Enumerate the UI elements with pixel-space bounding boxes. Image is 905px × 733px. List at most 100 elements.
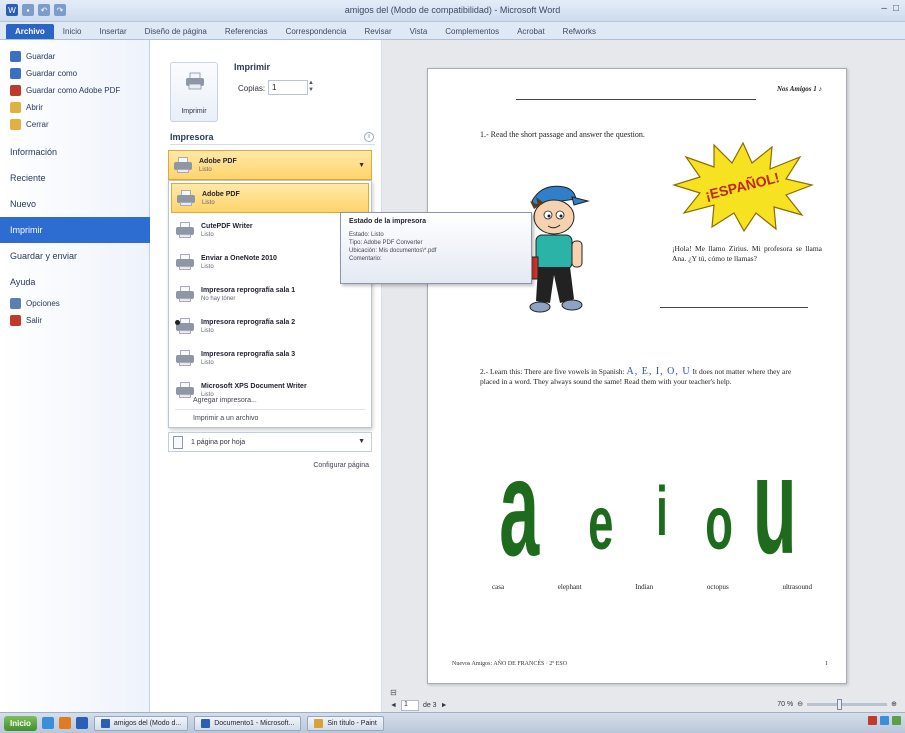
nav-help[interactable]: Ayuda bbox=[0, 269, 149, 295]
maximize-icon[interactable]: □ bbox=[893, 3, 899, 14]
chevron-down-icon: ▼ bbox=[358, 438, 365, 445]
divider bbox=[175, 409, 365, 410]
vowel-list: A, E, I, O, U bbox=[626, 366, 691, 377]
page-icon bbox=[173, 435, 183, 449]
word: casa bbox=[492, 583, 505, 591]
tab-references[interactable]: Referencias bbox=[216, 24, 277, 39]
tab-refworks[interactable]: Refworks bbox=[554, 24, 605, 39]
printer-option[interactable]: Impresora reprografía sala 3 Listo bbox=[171, 343, 369, 373]
ribbon-tabs: Archivo Inicio Insertar Diseño de página… bbox=[0, 22, 905, 40]
zoom-out-icon[interactable]: ⊖ bbox=[797, 700, 803, 708]
word-icon[interactable] bbox=[75, 717, 88, 729]
tab-acrobat[interactable]: Acrobat bbox=[508, 24, 554, 39]
page-navigation: ◄ 1 de 3 ► bbox=[390, 700, 448, 711]
divider bbox=[170, 144, 375, 145]
nav-save-as[interactable]: Guardar como bbox=[0, 65, 149, 82]
tray-icon[interactable] bbox=[892, 716, 901, 725]
folder-icon bbox=[10, 102, 21, 113]
tab-page-layout[interactable]: Diseño de página bbox=[136, 24, 216, 39]
add-printer-link[interactable]: Agregar impresora... bbox=[193, 397, 257, 404]
page-number-input[interactable]: 1 bbox=[400, 700, 419, 711]
prev-page-icon[interactable]: ◄ bbox=[390, 702, 397, 709]
info-icon[interactable]: i bbox=[364, 132, 374, 142]
exercise-2: 2.- Learn this: There are five vowels in… bbox=[480, 366, 792, 387]
print-button[interactable]: Imprimir bbox=[170, 62, 218, 122]
save-as-icon bbox=[10, 68, 21, 79]
printer-icon bbox=[186, 72, 204, 90]
nav-save-as-pdf[interactable]: Guardar como Adobe PDF bbox=[0, 82, 149, 99]
tray-icon[interactable] bbox=[880, 716, 889, 725]
nav-save-send[interactable]: Guardar y enviar bbox=[0, 243, 149, 269]
pdf-icon bbox=[10, 85, 21, 96]
copies-stepper[interactable]: ▲ ▼ bbox=[306, 80, 316, 95]
page-count: de 3 bbox=[422, 702, 437, 709]
nav-close[interactable]: Cerrar bbox=[0, 116, 149, 133]
copies-input[interactable]: 1 bbox=[268, 80, 308, 95]
nav-print[interactable]: Imprimir bbox=[0, 217, 158, 243]
printer-icon bbox=[175, 221, 195, 239]
printer-heading: Impresora bbox=[170, 132, 214, 142]
printer-option[interactable]: Adobe PDF Listo bbox=[171, 183, 369, 213]
tab-insert[interactable]: Insertar bbox=[90, 24, 135, 39]
ie-icon[interactable] bbox=[41, 717, 54, 729]
nav-new[interactable]: Nuevo bbox=[0, 191, 149, 217]
taskbar-item[interactable]: Documento1 - Microsoft... bbox=[194, 715, 302, 731]
nav-info[interactable]: Información bbox=[0, 139, 149, 165]
document-page: Nos Amigos 1 ♪ 1.- Read the short passag… bbox=[427, 68, 847, 684]
save-icon bbox=[10, 51, 21, 62]
media-icon[interactable] bbox=[58, 717, 71, 729]
nav-save[interactable]: Guardar bbox=[0, 48, 149, 65]
network-printer-icon bbox=[175, 317, 195, 335]
tab-file[interactable]: Archivo bbox=[6, 24, 54, 39]
paint-icon bbox=[314, 718, 324, 728]
zoom-level[interactable]: 70 % bbox=[777, 701, 793, 708]
word: octopus bbox=[706, 583, 729, 591]
zoom-slider[interactable] bbox=[807, 698, 888, 710]
start-button[interactable]: Inicio bbox=[4, 715, 37, 731]
page-number: 1 bbox=[825, 661, 828, 667]
page-setup-link[interactable]: Configurar página bbox=[313, 462, 369, 469]
zoom-in-icon[interactable]: ⊕ bbox=[891, 700, 897, 708]
dialog-text: ¡Hola! Me llamo Zirius. Mi profesora se … bbox=[672, 244, 822, 263]
taskbar-item[interactable]: Sin título - Paint bbox=[307, 715, 384, 731]
backstage-nav: Guardar Guardar como Guardar como Adobe … bbox=[0, 40, 158, 712]
tab-addins[interactable]: Complementos bbox=[436, 24, 508, 39]
next-page-icon[interactable]: ► bbox=[441, 702, 448, 709]
print-to-file-option[interactable]: Imprimir a un archivo bbox=[193, 415, 258, 422]
header-rule bbox=[516, 99, 756, 100]
nav-options[interactable]: Opciones bbox=[0, 295, 149, 312]
printer-option[interactable]: Impresora reprografía sala 2 Listo bbox=[171, 311, 369, 341]
tab-review[interactable]: Revisar bbox=[356, 24, 401, 39]
big-vowels-wordart: a e i o u bbox=[499, 431, 797, 573]
minimize-icon[interactable]: – bbox=[881, 3, 887, 14]
printer-icon bbox=[175, 285, 195, 303]
nav-open[interactable]: Abrir bbox=[0, 99, 149, 116]
word: Indian bbox=[635, 583, 654, 591]
print-heading: Imprimir bbox=[234, 62, 271, 72]
window-controls: – □ bbox=[881, 3, 899, 14]
vowel-a: a bbox=[499, 431, 540, 573]
word-icon bbox=[100, 718, 110, 728]
starburst-image: ¡ESPAÑOL! bbox=[672, 141, 814, 233]
title-bar: W ▪ ↶ ↷ amigos del (Modo de compatibilid… bbox=[0, 0, 905, 22]
tray-icon[interactable] bbox=[868, 716, 877, 725]
printer-icon bbox=[175, 349, 195, 367]
print-panel: Imprimir Imprimir Copias: 1 ▲ ▼ Impresora… bbox=[150, 40, 382, 712]
taskbar-item[interactable]: amigos del (Modo d... bbox=[93, 715, 189, 731]
tab-home[interactable]: Inicio bbox=[54, 24, 91, 39]
pages-per-sheet-select[interactable]: 1 página por hoja ▼ bbox=[168, 432, 372, 452]
tab-view[interactable]: Vista bbox=[401, 24, 437, 39]
printer-select[interactable]: Adobe PDF Listo ▼ bbox=[168, 150, 372, 180]
zoom-thumb[interactable] bbox=[837, 698, 843, 710]
tab-mailings[interactable]: Correspondencia bbox=[277, 24, 356, 39]
nav-exit[interactable]: Salir bbox=[0, 312, 149, 329]
vowel-o: o bbox=[705, 481, 733, 566]
vowel-u: u bbox=[753, 431, 797, 573]
close-folder-icon bbox=[10, 119, 21, 130]
scroll-icon[interactable]: ⊟ bbox=[390, 688, 397, 697]
window-title: amigos del (Modo de compatibilidad) - Mi… bbox=[344, 5, 561, 15]
nav-recent[interactable]: Reciente bbox=[0, 165, 149, 191]
print-preview: Nos Amigos 1 ♪ 1.- Read the short passag… bbox=[382, 40, 905, 712]
word: ultrasound bbox=[782, 583, 812, 591]
printer-icon bbox=[173, 156, 193, 174]
